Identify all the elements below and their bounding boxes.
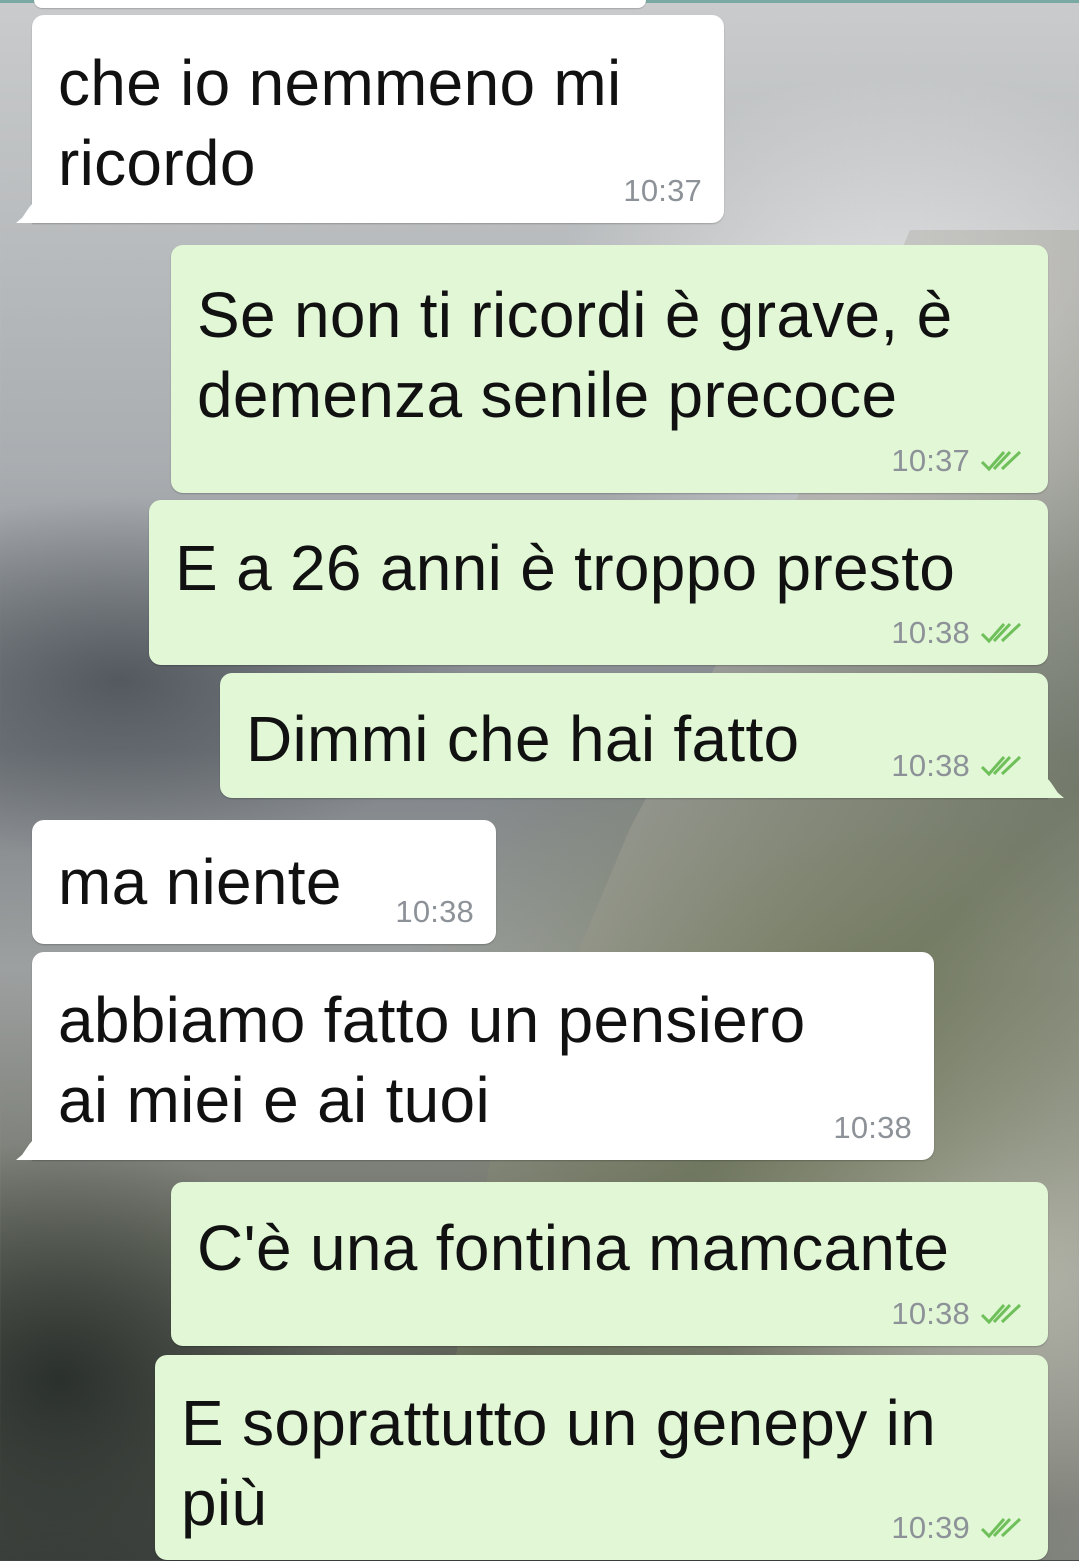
message-text: Dimmi che hai fatto	[246, 703, 800, 775]
message-bubble-outgoing[interactable]: Se non ti ricordi è grave, è demenza sen…	[171, 245, 1048, 493]
message-text: E a 26 anni è troppo presto	[175, 532, 956, 604]
message-bubble-outgoing[interactable]: E a 26 anni è troppo presto 10:38	[149, 500, 1048, 665]
double-check-icon	[980, 1303, 1022, 1325]
message-meta: 10:37	[623, 173, 702, 209]
message-meta: 10:38	[891, 615, 1026, 651]
double-check-icon	[980, 1517, 1022, 1539]
message-text: ma niente	[58, 846, 342, 918]
message-time: 10:38	[891, 615, 970, 650]
message-time: 10:39	[891, 1510, 970, 1545]
message-time: 10:38	[891, 1296, 970, 1331]
previous-message-bubble[interactable]	[34, 0, 646, 8]
message-time: 10:38	[395, 894, 474, 929]
message-bubble-incoming[interactable]: abbiamo fatto un pensiero ai miei e ai t…	[32, 952, 934, 1160]
double-check-icon	[980, 450, 1022, 472]
double-check-icon	[980, 755, 1022, 777]
message-text: che io nemmeno mi ricordo	[58, 47, 622, 199]
message-bubble-outgoing[interactable]: C'è una fontina mamcante 10:38	[171, 1182, 1048, 1346]
double-check-icon	[980, 622, 1022, 644]
message-text: E soprattutto un genepy in più	[181, 1387, 936, 1539]
message-meta: 10:38	[891, 1296, 1026, 1332]
message-time: 10:37	[623, 173, 702, 208]
message-time: 10:37	[891, 443, 970, 478]
message-bubble-outgoing[interactable]: E soprattutto un genepy in più 10:39	[155, 1355, 1048, 1560]
message-meta: 10:38	[891, 748, 1026, 784]
message-text: C'è una fontina mamcante	[197, 1212, 950, 1284]
message-meta: 10:39	[891, 1510, 1026, 1546]
message-time: 10:38	[833, 1110, 912, 1145]
message-bubble-incoming[interactable]: che io nemmeno mi ricordo 10:37	[32, 15, 724, 223]
message-meta: 10:38	[833, 1110, 912, 1146]
message-text: Se non ti ricordi è grave, è demenza sen…	[197, 279, 953, 431]
message-bubble-outgoing[interactable]: Dimmi che hai fatto 10:38	[220, 673, 1048, 798]
message-text: abbiamo fatto un pensiero ai miei e ai t…	[58, 984, 806, 1136]
message-meta: 10:38	[395, 894, 474, 930]
message-bubble-incoming[interactable]: ma niente 10:38	[32, 820, 496, 944]
message-time: 10:38	[891, 748, 970, 783]
message-meta: 10:37	[891, 443, 1026, 479]
